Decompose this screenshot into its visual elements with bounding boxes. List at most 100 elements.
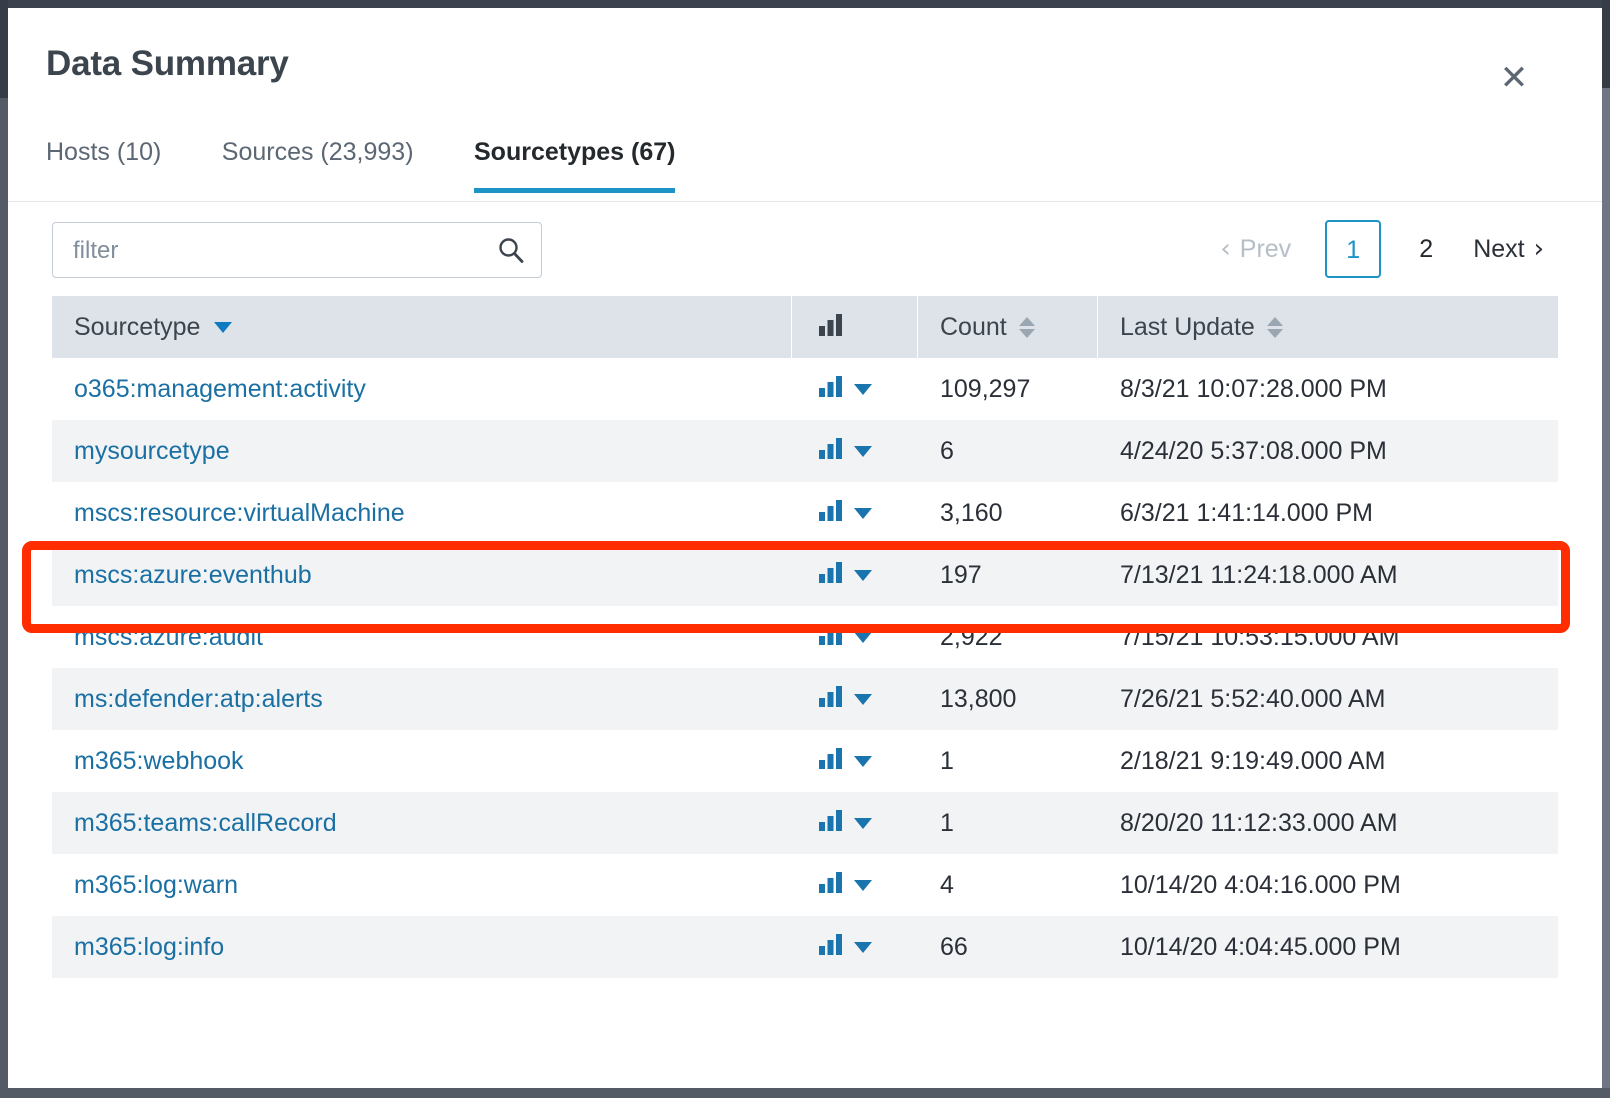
chevron-down-icon[interactable] <box>854 445 872 457</box>
column-header-sourcetype[interactable]: Sourcetype <box>52 296 792 358</box>
chevron-down-icon[interactable] <box>854 507 872 519</box>
table-row[interactable]: mscs:azure:audit 2,922 7/15/21 10:53:15.… <box>52 606 1558 668</box>
search-icon[interactable] <box>497 236 525 264</box>
sourcetype-link[interactable]: mscs:azure:eventhub <box>74 561 312 589</box>
column-header-sourcetype-label: Sourcetype <box>74 312 201 341</box>
sourcetype-link[interactable]: m365:teams:callRecord <box>74 809 337 837</box>
table-cell-sparkline <box>792 437 918 466</box>
tab-hosts[interactable]: Hosts (10) <box>46 116 161 193</box>
sourcetype-link[interactable]: m365:webhook <box>74 747 244 775</box>
pagination-prev-button[interactable]: ‹ Prev <box>1208 235 1303 264</box>
column-header-sparkline[interactable] <box>792 296 918 358</box>
window-edge-top <box>0 0 1610 8</box>
sourcetype-link[interactable]: m365:log:info <box>74 933 224 961</box>
sourcetype-link[interactable]: o365:management:activity <box>74 375 366 403</box>
sort-arrows-icon <box>1018 316 1035 338</box>
table-cell-count: 3,160 <box>940 498 1003 527</box>
table-cell-count: 4 <box>940 870 954 899</box>
sort-arrows-icon <box>1266 316 1283 338</box>
tab-sources[interactable]: Sources (23,993) <box>222 116 414 193</box>
close-icon[interactable]: ✕ <box>1494 58 1534 98</box>
column-header-count[interactable]: Count <box>918 296 1098 358</box>
sourcetype-link[interactable]: mscs:azure:audit <box>74 623 263 651</box>
table-cell-sparkline <box>792 871 918 900</box>
table-cell-count: 66 <box>940 932 968 961</box>
chevron-down-icon[interactable] <box>854 879 872 891</box>
table-cell-sourcetype: m365:log:warn <box>52 871 792 900</box>
table-body: o365:management:activity 109,297 8/3/21 … <box>52 358 1558 978</box>
table-row[interactable]: o365:management:activity 109,297 8/3/21 … <box>52 358 1558 420</box>
chevron-left-icon: ‹ <box>1220 234 1231 264</box>
table-cell-last-update: 4/24/20 5:37:08.000 PM <box>1120 436 1387 465</box>
table-row[interactable]: m365:log:warn 4 10/14/20 4:04:16.000 PM <box>52 854 1558 916</box>
pagination-next-label: Next <box>1473 234 1525 263</box>
window-scrollbar-right[interactable] <box>1602 88 1610 1098</box>
chevron-down-icon[interactable] <box>854 755 872 767</box>
pagination-next-button[interactable]: Next › <box>1461 235 1556 264</box>
sourcetype-link[interactable]: m365:log:warn <box>74 871 238 899</box>
bar-chart-icon[interactable] <box>818 871 844 900</box>
chevron-down-icon[interactable] <box>854 941 872 953</box>
modal-header: Data Summary ✕ <box>8 8 1602 116</box>
sourcetype-link[interactable]: ms:defender:atp:alerts <box>74 685 323 713</box>
tab-sourcetypes[interactable]: Sourcetypes (67) <box>474 116 676 193</box>
table-row[interactable]: m365:webhook 1 2/18/21 9:19:49.000 AM <box>52 730 1558 792</box>
table-cell-count: 2,922 <box>940 622 1003 651</box>
table-row[interactable]: ms:defender:atp:alerts 13,800 7/26/21 5:… <box>52 668 1558 730</box>
search-input[interactable] <box>71 223 475 279</box>
column-header-last-update[interactable]: Last Update <box>1098 296 1558 358</box>
table-toolbar: ‹ Prev 1 2 Next › <box>8 202 1602 296</box>
table-cell-last-update: 10/14/20 4:04:45.000 PM <box>1120 932 1401 961</box>
bar-chart-icon[interactable] <box>818 685 844 714</box>
table-cell-sourcetype: m365:log:info <box>52 933 792 962</box>
chevron-down-icon[interactable] <box>854 569 872 581</box>
column-header-last-update-label: Last Update <box>1120 312 1255 341</box>
table-row-highlighted[interactable]: mscs:azure:eventhub 197 7/13/21 11:24:18… <box>52 544 1558 606</box>
pagination-page-1[interactable]: 1 <box>1325 220 1382 278</box>
sourcetype-link[interactable]: mysourcetype <box>74 437 230 465</box>
filter-box[interactable] <box>52 222 542 279</box>
chevron-down-icon[interactable] <box>854 631 872 643</box>
table-row[interactable]: m365:log:info 66 10/14/20 4:04:45.000 PM <box>52 916 1558 978</box>
table-cell-sparkline <box>792 375 918 404</box>
pagination-page-2[interactable]: 2 <box>1403 235 1449 264</box>
bar-chart-icon <box>818 312 844 343</box>
screen: Data Summary ✕ Hosts (10) Sources (23,99… <box>0 0 1610 1098</box>
table-cell-sparkline <box>792 623 918 652</box>
tab-bar: Hosts (10) Sources (23,993) Sourcetypes … <box>8 116 1602 202</box>
bar-chart-icon[interactable] <box>818 375 844 404</box>
chevron-down-icon <box>214 321 233 333</box>
table-row[interactable]: m365:teams:callRecord 1 8/20/20 11:12:33… <box>52 792 1558 854</box>
chevron-down-icon[interactable] <box>854 693 872 705</box>
bar-chart-icon[interactable] <box>818 809 844 838</box>
table-cell-sparkline <box>792 809 918 838</box>
table-cell-sparkline <box>792 499 918 528</box>
page-title: Data Summary <box>46 44 289 83</box>
table-cell-count: 1 <box>940 746 954 775</box>
table-row[interactable]: mysourcetype 6 4/24/20 5:37:08.000 PM <box>52 420 1558 482</box>
bar-chart-icon[interactable] <box>818 933 844 962</box>
chevron-down-icon[interactable] <box>854 383 872 395</box>
bar-chart-icon[interactable] <box>818 499 844 528</box>
table-cell-count: 13,800 <box>940 684 1017 713</box>
bar-chart-icon[interactable] <box>818 561 844 590</box>
table-cell-sourcetype: ms:defender:atp:alerts <box>52 685 792 714</box>
pagination: ‹ Prev 1 2 Next › <box>1208 218 1556 280</box>
bar-chart-icon[interactable] <box>818 437 844 466</box>
chevron-down-icon[interactable] <box>854 817 872 829</box>
table-cell-count: 6 <box>940 436 954 465</box>
column-header-count-label: Count <box>940 312 1007 341</box>
table-cell-count: 1 <box>940 808 954 837</box>
pagination-prev-label: Prev <box>1239 234 1292 263</box>
sourcetype-link[interactable]: mscs:resource:virtualMachine <box>74 499 405 527</box>
window-edge-left <box>0 0 8 1098</box>
sourcetypes-table: Sourcetype Count Last Update o365:manage… <box>52 296 1558 978</box>
table-cell-sparkline <box>792 933 918 962</box>
table-cell-last-update: 7/13/21 11:24:18.000 AM <box>1120 560 1398 589</box>
bar-chart-icon[interactable] <box>818 623 844 652</box>
bar-chart-icon[interactable] <box>818 747 844 776</box>
table-cell-sourcetype: mscs:resource:virtualMachine <box>52 499 792 528</box>
table-cell-count: 109,297 <box>940 374 1031 403</box>
table-cell-sourcetype: mysourcetype <box>52 437 792 466</box>
table-row[interactable]: mscs:resource:virtualMachine 3,160 6/3/2… <box>52 482 1558 544</box>
